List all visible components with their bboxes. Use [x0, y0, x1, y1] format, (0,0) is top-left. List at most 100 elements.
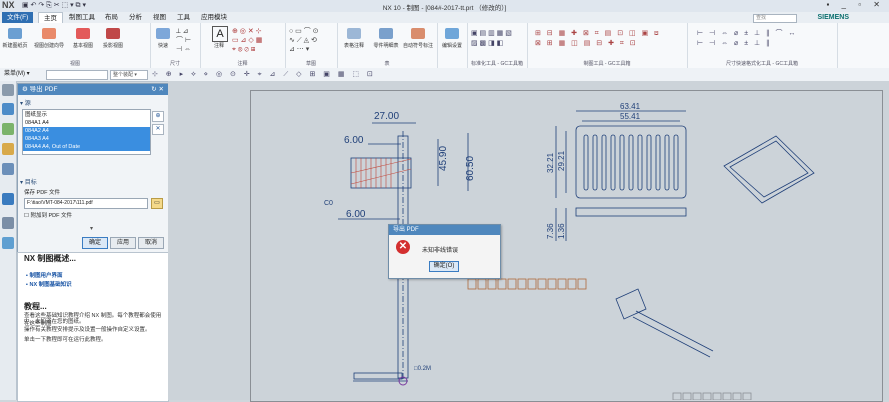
- error-dialog: 导出 PDF ✕ 未知非线错误 确定(O): [388, 224, 501, 279]
- dim-text: 1.36: [557, 223, 566, 239]
- dialog-header: ⚙ 导出 PDF ↻ ✕: [18, 84, 168, 95]
- ribbon-group-dimension: 快速 ⟂ ⊿ ⌒ ⊢ ⊣ ⇔ 尺寸: [150, 23, 201, 68]
- base-view-label: 基本视图: [72, 43, 93, 49]
- collapse-chevron-icon[interactable]: ▾: [90, 225, 93, 232]
- apply-button[interactable]: 应用: [110, 237, 136, 249]
- error-icon: ✕: [396, 240, 410, 254]
- section-source[interactable]: ▾ 源: [20, 98, 31, 107]
- new-sheet-label: 新建图纸页: [2, 43, 28, 49]
- title-block-boxes: [672, 392, 752, 400]
- auto-balloon-icon[interactable]: [411, 28, 425, 39]
- dim-text: 60.50: [465, 156, 476, 181]
- tabular-note-icon[interactable]: [347, 28, 361, 39]
- ribbon-group-drafting-gc: ⊞ ⊟ ▦ ✚ ⊠ ⌗ ▤ ⊡ ◫ ▣ ⧈ ⊠ ⊞ ▦ ◫ ▤ ⊟ ✚ ⌗ ⊡ 制…: [527, 23, 688, 68]
- tab-file[interactable]: 文件(F): [2, 12, 34, 23]
- tab-view[interactable]: 视图: [148, 12, 171, 23]
- tabular-note-label: 表格注释: [343, 43, 364, 49]
- export-pdf-dialog: ⚙ 导出 PDF ↻ ✕ ▾ 源 图纸显示 084A1 A4 084A2 A4 …: [17, 83, 169, 253]
- chamfer-text: C0: [324, 200, 333, 207]
- new-sheet-icon[interactable]: [8, 28, 22, 39]
- selection-filter-dropdown[interactable]: [46, 70, 108, 80]
- remove-sheet-icon[interactable]: ✕: [152, 124, 164, 135]
- ribbon-group-view: 新建图纸页 视图创建向导 基本视图 投影视图 视图: [0, 23, 151, 68]
- dim-format-tools-icons[interactable]: ⊢ ⊣ ⇔ ⌀ ± ⊥ ∥ ⌒ ↔ ⊢ ⊣ ⇔ ⌀ ± ⊥ ∥: [697, 29, 797, 49]
- cancel-button[interactable]: 取消: [138, 237, 164, 249]
- dialog-close-icon[interactable]: ↻ ✕: [151, 84, 164, 95]
- note-icon[interactable]: A: [212, 26, 228, 42]
- projected-view-icon[interactable]: [106, 28, 120, 39]
- settings-icon[interactable]: [2, 84, 14, 96]
- part-navigator-icon[interactable]: [2, 103, 14, 115]
- web-browser-icon[interactable]: [2, 163, 14, 175]
- add-sheet-icon[interactable]: ⊕: [152, 111, 164, 122]
- edit-settings-icon[interactable]: [445, 28, 459, 39]
- dim-text: 29.21: [557, 150, 566, 171]
- ribbon-group-sketch: ○ ▭ ⌒ ⊙ ∿ ⟋ ◬ ⟲ ⊿ ⋯ ▾ 草图: [285, 23, 338, 68]
- ribbon-group-dim-format-gc: ⊢ ⊣ ⇔ ⌀ ± ⊥ ∥ ⌒ ↔ ⊢ ⊣ ⇔ ⌀ ± ⊥ ∥ 尺寸快速格式化工具…: [687, 23, 838, 68]
- comb-plate-outline: [575, 125, 687, 199]
- dialog-icon: ⚙: [22, 86, 28, 93]
- view-wizard-icon[interactable]: [42, 28, 56, 39]
- bottom-part: [353, 372, 403, 380]
- tab-drafting-tools[interactable]: 制图工具: [64, 12, 100, 23]
- dim-text: 45.90: [438, 146, 449, 171]
- iso-plate-inner: [729, 140, 809, 198]
- dim-text: 32.21: [546, 152, 555, 173]
- rapid-dimension-icon[interactable]: [156, 28, 170, 39]
- selection-scope-dropdown[interactable]: 整个装配 ▾: [110, 70, 148, 80]
- section-target[interactable]: ▾ 目标: [20, 177, 37, 186]
- dim-text: 6.00: [344, 135, 364, 146]
- error-dialog-title: 导出 PDF: [393, 227, 419, 233]
- history-icon[interactable]: [2, 217, 14, 229]
- window-controls[interactable]: ▪ _ ▫ ✕: [827, 0, 886, 9]
- help-text: 操作有关教程安排提示及设置一般操作自定义设置。: [24, 327, 151, 333]
- sheet-item[interactable]: 084A3 A4: [23, 135, 150, 143]
- sheet-item[interactable]: 084A4 A4, Out of Date: [23, 143, 150, 151]
- assembly-navigator-icon[interactable]: [2, 123, 14, 135]
- file-path-input[interactable]: F:\tiao\VMT-084-2017\111.pdf: [24, 198, 148, 209]
- dim-text: 6.00: [346, 209, 366, 220]
- dim-text: 63.41: [620, 102, 641, 111]
- ribbon-group-label: 尺寸快速格式化工具 - GC工具箱: [726, 61, 798, 67]
- ribbon-group-label: 标准化工具 - GC工具箱: [471, 61, 523, 67]
- dim-text: □0.2M: [414, 366, 431, 372]
- error-ok-button[interactable]: 确定(O): [429, 261, 459, 272]
- drafting-gc-tools-icons[interactable]: ⊞ ⊟ ▦ ✚ ⊠ ⌗ ▤ ⊡ ◫ ▣ ⧈ ⊠ ⊞ ▦ ◫ ▤ ⊟ ✚ ⌗ ⊡: [535, 29, 661, 49]
- sheet-item[interactable]: 084A1 A4: [23, 119, 150, 127]
- documents-icon[interactable]: [2, 193, 14, 205]
- view-wizard-label: 视图创建向导: [34, 43, 65, 49]
- ribbon-group-table: 表格注释 零件明细表 自动符号标注 表: [337, 23, 438, 68]
- parts-list-label: 零件明细表: [373, 43, 399, 49]
- base-view-icon[interactable]: [76, 28, 90, 39]
- tab-layout[interactable]: 布局: [100, 12, 123, 23]
- ribbon-group-settings: 编辑设置: [437, 23, 468, 68]
- help-link[interactable]: ▪ NX 制图基础知识: [26, 280, 72, 288]
- help-panel: NX 制图概述... ▪ 制图用户界面 ▪ NX 制图基础知识 教程... 查看…: [17, 252, 169, 402]
- dimension-tools-icons[interactable]: ⟂ ⊿ ⌒ ⊢ ⊣ ⇔: [176, 27, 191, 54]
- sheet-list[interactable]: 图纸显示 084A1 A4 084A2 A4 084A3 A4 084A4 A4…: [22, 109, 151, 155]
- menu-button[interactable]: 菜单(M) ▾: [4, 70, 30, 78]
- tab-analysis[interactable]: 分析: [124, 12, 147, 23]
- edit-settings-label: 编辑设置: [441, 43, 462, 49]
- tab-tools[interactable]: 工具: [172, 12, 195, 23]
- ribbon-group-label: 表: [384, 61, 390, 67]
- append-checkbox[interactable]: ☐ 附加到 PDF 文件: [24, 211, 72, 219]
- ribbon-group-label: 视图: [69, 61, 80, 67]
- projected-view-label: 投影视图: [102, 43, 123, 49]
- ribbon-group-label: 尺寸: [169, 61, 180, 67]
- tab-application[interactable]: 应用模块: [196, 12, 232, 23]
- drawing-canvas[interactable]: 27.00 6.00 45.90 60.50 6.00 C0 63.41 55.…: [168, 81, 889, 402]
- help-link[interactable]: ▪ 制图用户界面: [26, 271, 63, 279]
- snap-tools-icons[interactable]: ⊹ ⊕ ▸ ⟡ ⋄ ◎ ⊙ ✛ ⌖ ⊿ ⟋ ◇ ⊞ ▣ ▦ ⬚ ⊡: [152, 70, 376, 79]
- sheet-item[interactable]: 084A2 A4: [23, 127, 150, 135]
- annotation-tools-icons[interactable]: ⊕ ◎ ✕ ⊹ ▭ ⊿ ◇ ▦ ⌖ ⊗ ⊘ ⊞: [232, 27, 262, 54]
- browse-folder-icon[interactable]: ▭: [151, 198, 163, 209]
- parts-boxes: [467, 278, 587, 290]
- ok-button[interactable]: 确定: [82, 237, 108, 249]
- roles-icon[interactable]: [2, 237, 14, 249]
- standardize-tools-icons[interactable]: ▣ ▤ ▥ ▦ ▧ ▨ ▩ ◨ ◧: [471, 29, 512, 49]
- reuse-library-icon[interactable]: [2, 143, 14, 155]
- sketch-tools-icons[interactable]: ○ ▭ ⌒ ⊙ ∿ ⟋ ◬ ⟲ ⊿ ⋯ ▾: [289, 27, 319, 54]
- command-search-input[interactable]: 查找: [753, 14, 797, 23]
- parts-list-icon[interactable]: [379, 28, 393, 39]
